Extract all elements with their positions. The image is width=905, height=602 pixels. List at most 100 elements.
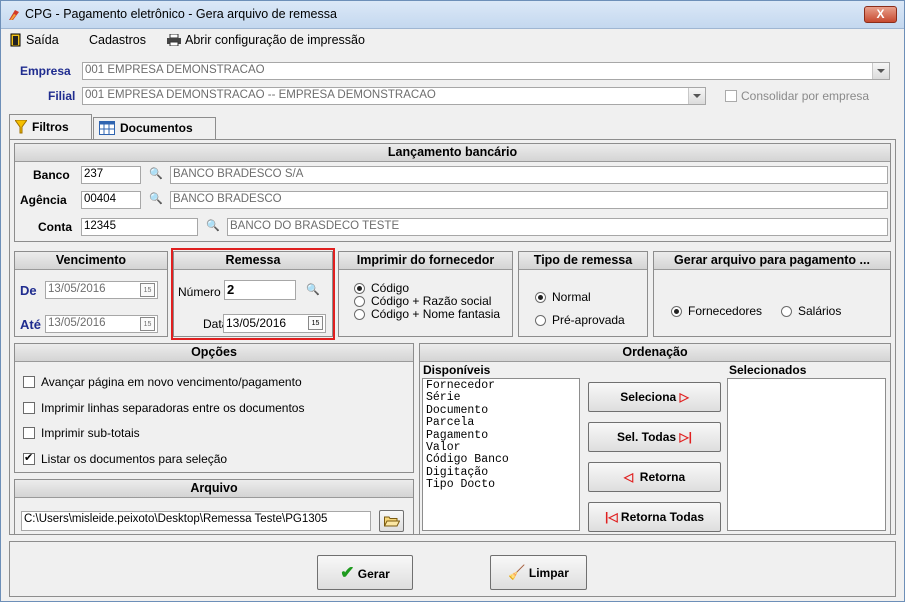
empresa-value: 001 EMPRESA DEMONSTRACAO <box>85 64 265 76</box>
limpar-button[interactable]: 🧹 Limpar <box>490 555 587 590</box>
agencia-search-button[interactable]: 🔍 <box>146 190 167 210</box>
arrow-right-end-icon: ▷| <box>679 430 693 444</box>
list-item[interactable]: Parcela <box>426 416 576 429</box>
arquivo-title: Arquivo <box>15 480 413 498</box>
arquivo-path-input[interactable]: C:\Users\misleide.peixoto\Desktop\Remess… <box>21 511 371 531</box>
imprimir-fantasia-radio[interactable] <box>354 309 365 320</box>
ordenacao-title: Ordenação <box>420 344 890 362</box>
calendar-icon[interactable]: 15 <box>140 283 155 297</box>
chevron-down-icon[interactable] <box>872 63 889 79</box>
consolidar-label: Consolidar por empresa <box>741 89 870 103</box>
retorna-todas-button[interactable]: |◁ Retorna Todas <box>588 502 721 532</box>
gerar-arquivo-group: Gerar arquivo para pagamento ... <box>653 251 891 337</box>
agencia-label: Agência <box>20 193 67 207</box>
banco-name-field: BANCO BRADESCO S/A <box>170 166 888 184</box>
chevron-down-icon[interactable] <box>688 88 705 104</box>
tipo-title: Tipo de remessa <box>519 252 647 270</box>
gerar-button[interactable]: ✔ Gerar <box>317 555 413 590</box>
conta-search-button[interactable]: 🔍 <box>203 217 224 237</box>
arrow-left-end-icon: |◁ <box>604 510 618 524</box>
folder-open-icon <box>383 516 400 527</box>
conta-name-field: BANCO DO BRASDECO TESTE <box>227 218 888 236</box>
binoculars-icon: 🔍 <box>206 220 220 232</box>
list-item[interactable]: Código Banco <box>426 454 576 467</box>
tipo-normal-radio[interactable] <box>535 292 546 303</box>
browse-folder-button[interactable] <box>379 510 404 532</box>
conta-label: Conta <box>38 220 72 234</box>
seleciona-button[interactable]: Seleciona ▷ <box>588 382 721 412</box>
banco-code-input[interactable]: 237 <box>81 166 141 184</box>
filial-value: 001 EMPRESA DEMONSTRACAO -- EMPRESA DEMO… <box>85 89 436 101</box>
limpar-label: Limpar <box>528 566 569 580</box>
menu-print-config[interactable]: Abrir configuração de impressão <box>185 33 365 47</box>
retorna-button[interactable]: ◁ Retorna <box>588 462 721 492</box>
tab-filtros[interactable]: Filtros <box>9 114 92 139</box>
imprimir-opt1: Código <box>371 281 410 295</box>
retorna-todas-label: Retorna Todas <box>620 510 705 524</box>
empresa-combo[interactable]: 001 EMPRESA DEMONSTRACAO <box>82 62 890 80</box>
opcao-subtotais-label: Imprimir sub-totais <box>41 426 140 440</box>
opcao-listar-checkbox[interactable] <box>23 451 35 465</box>
opcao-avancar-checkbox[interactable] <box>23 376 35 388</box>
banco-label: Banco <box>33 168 70 182</box>
calendar-icon[interactable]: 15 <box>140 317 155 331</box>
seleciona-label: Seleciona <box>620 390 677 404</box>
agencia-code-input[interactable]: 00404 <box>81 191 141 209</box>
salarios-radio[interactable] <box>781 306 792 317</box>
consolidar-checkbox[interactable] <box>725 90 737 102</box>
fornecedores-radio[interactable] <box>671 306 682 317</box>
menu-saida[interactable]: Saída <box>26 33 59 47</box>
vencimento-title: Vencimento <box>15 252 167 270</box>
sel-todas-button[interactable]: Sel. Todas ▷| <box>588 422 721 452</box>
checkmark-icon: ✔ <box>340 563 355 582</box>
table-icon <box>99 121 115 135</box>
list-item[interactable]: Série <box>426 391 576 404</box>
tab-documentos[interactable]: Documentos <box>93 117 216 139</box>
de-date-input[interactable]: 13/05/2016 15 <box>45 281 158 299</box>
opcao-linhas-checkbox[interactable] <box>23 402 35 414</box>
imprimir-title: Imprimir do fornecedor <box>339 252 512 270</box>
filial-combo[interactable]: 001 EMPRESA DEMONSTRACAO -- EMPRESA DEMO… <box>82 87 706 105</box>
filial-label: Filial <box>48 89 76 103</box>
opcao-linhas-label: Imprimir linhas separadoras entre os doc… <box>41 401 305 415</box>
opcao-avancar-label: Avançar página em novo vencimento/pagame… <box>41 375 302 389</box>
binoculars-icon: 🔍 <box>149 193 163 205</box>
window-title: CPG - Pagamento eletrônico - Gera arquiv… <box>25 7 337 21</box>
gerar-label: Gerar <box>357 567 390 581</box>
main-window: CPG - Pagamento eletrônico - Gera arquiv… <box>0 0 905 602</box>
de-value: 13/05/2016 <box>48 283 106 295</box>
app-icon <box>9 10 19 20</box>
conta-code-input[interactable]: 12345 <box>81 218 198 236</box>
opcoes-title: Opções <box>15 344 413 362</box>
close-button[interactable]: X <box>864 6 897 23</box>
empresa-label: Empresa <box>20 64 71 78</box>
imprimir-opt2: Código + Razão social <box>371 294 492 308</box>
banco-search-button[interactable]: 🔍 <box>146 165 167 185</box>
disponiveis-list[interactable]: Fornecedor Série Documento Parcela Pagam… <box>422 378 580 531</box>
opcao-subtotais-checkbox[interactable] <box>23 427 35 439</box>
menu-bar: Saída Cadastros Abrir configuração de im… <box>1 29 904 51</box>
tipo-preaprovada-radio[interactable] <box>535 315 546 326</box>
selecionados-list[interactable] <box>727 378 886 531</box>
title-bar: CPG - Pagamento eletrônico - Gera arquiv… <box>1 1 904 29</box>
footer-panel <box>9 541 896 597</box>
exit-door-icon <box>10 33 21 47</box>
lancamento-title: Lançamento bancário <box>15 144 890 162</box>
tab-documentos-label: Documentos <box>120 121 193 135</box>
ate-date-input[interactable]: 13/05/2016 15 <box>45 315 158 333</box>
list-item[interactable]: Tipo Docto <box>426 478 576 491</box>
de-label: De <box>20 283 37 298</box>
gerar-opt1: Fornecedores <box>688 304 763 318</box>
agencia-name-field: BANCO BRADESCO <box>170 191 888 209</box>
selecionados-label: Selecionados <box>729 363 807 377</box>
imprimir-razao-radio[interactable] <box>354 296 365 307</box>
binoculars-icon: 🔍 <box>149 168 163 180</box>
imprimir-opt3: Código + Nome fantasia <box>371 307 501 321</box>
gerar-opt2: Salários <box>798 304 842 318</box>
tipo-opt1: Normal <box>552 290 591 304</box>
tab-filtros-label: Filtros <box>32 120 69 134</box>
remessa-highlight <box>171 248 335 340</box>
imprimir-codigo-radio[interactable] <box>354 283 365 294</box>
menu-cadastros[interactable]: Cadastros <box>89 33 146 47</box>
arrow-left-icon: ◁ <box>623 470 634 484</box>
